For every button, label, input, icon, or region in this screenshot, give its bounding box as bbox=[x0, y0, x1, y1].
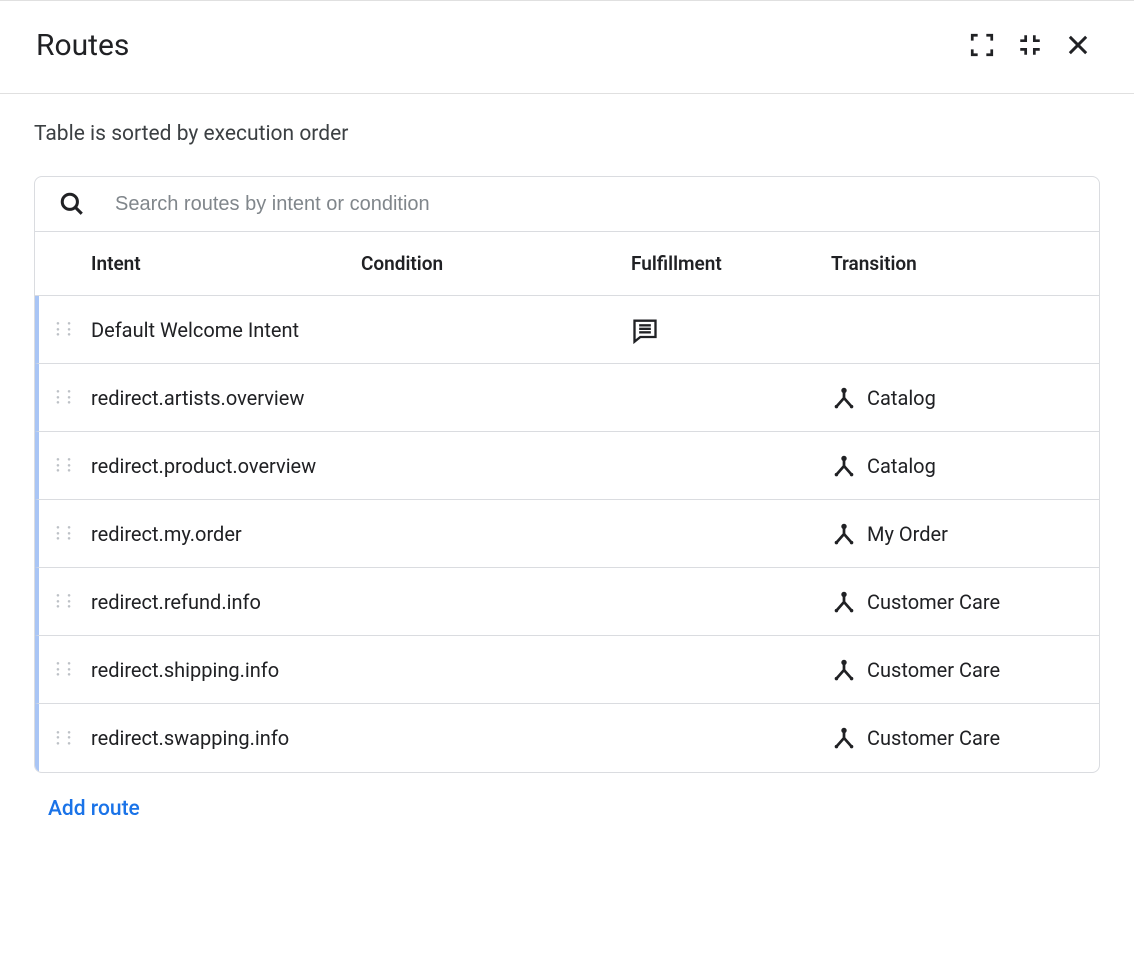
transition-cell: Catalog bbox=[831, 385, 1099, 411]
drag-handle-icon[interactable]: ● ●● ●● ● bbox=[56, 661, 74, 677]
intent-cell: redirect.product.overview bbox=[91, 454, 361, 478]
search-row bbox=[35, 177, 1099, 232]
transition-label: Catalog bbox=[867, 454, 936, 478]
drag-handle-icon[interactable]: ● ●● ●● ● bbox=[56, 457, 74, 473]
intent-cell: redirect.swapping.info bbox=[91, 726, 361, 750]
fullscreen-button[interactable] bbox=[958, 21, 1006, 69]
column-header-fulfillment: Fulfillment bbox=[631, 252, 831, 275]
drag-handle-icon[interactable]: ● ●● ●● ● bbox=[56, 389, 74, 405]
transition-cell: Customer Care bbox=[831, 725, 1099, 751]
close-icon bbox=[1064, 31, 1092, 59]
transition-cell: Catalog bbox=[831, 453, 1099, 479]
fullscreen-icon bbox=[969, 32, 995, 58]
table-row[interactable]: ● ●● ●● ● redirect.shipping.info Customer … bbox=[35, 636, 1099, 704]
routes-panel: Routes Table is sorted by execution orde… bbox=[0, 0, 1134, 849]
search-icon bbox=[59, 191, 85, 217]
table-row[interactable]: ● ●● ●● ● redirect.refund.info Customer Ca… bbox=[35, 568, 1099, 636]
routes-table: Intent Condition Fulfillment Transition … bbox=[34, 176, 1100, 773]
table-row[interactable]: ● ●● ●● ● redirect.my.order My Order bbox=[35, 500, 1099, 568]
transition-label: Customer Care bbox=[867, 590, 1000, 614]
transition-label: My Order bbox=[867, 522, 948, 546]
intent-cell: redirect.my.order bbox=[91, 522, 361, 546]
intent-cell: redirect.artists.overview bbox=[91, 386, 361, 410]
exit-fullscreen-button[interactable] bbox=[1006, 21, 1054, 69]
merge-icon bbox=[831, 589, 857, 615]
intent-cell: redirect.shipping.info bbox=[91, 658, 361, 682]
add-route-button[interactable]: Add route bbox=[48, 797, 140, 821]
column-header-intent: Intent bbox=[91, 252, 361, 275]
merge-icon bbox=[831, 385, 857, 411]
table-row[interactable]: ● ●● ●● ● redirect.swapping.info Customer … bbox=[35, 704, 1099, 772]
column-header-transition: Transition bbox=[831, 252, 1099, 275]
search-input[interactable] bbox=[113, 192, 1081, 217]
drag-handle-icon[interactable]: ● ●● ●● ● bbox=[56, 730, 74, 746]
sort-info-text: Table is sorted by execution order bbox=[34, 122, 1100, 146]
transition-label: Catalog bbox=[867, 386, 936, 410]
table-row[interactable]: ● ●● ●● ● Default Welcome Intent bbox=[35, 296, 1099, 364]
close-button[interactable] bbox=[1054, 21, 1102, 69]
transition-label: Customer Care bbox=[867, 658, 1000, 682]
transition-cell: Customer Care bbox=[831, 589, 1099, 615]
merge-icon bbox=[831, 453, 857, 479]
merge-icon bbox=[831, 725, 857, 751]
table-row[interactable]: ● ●● ●● ● redirect.artists.overview Catalo… bbox=[35, 364, 1099, 432]
merge-icon bbox=[831, 521, 857, 547]
column-header-condition: Condition bbox=[361, 252, 631, 275]
panel-header: Routes bbox=[0, 1, 1134, 94]
intent-cell: redirect.refund.info bbox=[91, 590, 361, 614]
panel-content: Table is sorted by execution order Inten… bbox=[0, 94, 1134, 849]
table-header-row: Intent Condition Fulfillment Transition bbox=[35, 232, 1099, 296]
drag-handle-icon[interactable]: ● ●● ●● ● bbox=[56, 593, 74, 609]
fulfillment-cell bbox=[631, 316, 831, 344]
drag-handle-icon[interactable]: ● ●● ●● ● bbox=[56, 321, 74, 337]
table-row[interactable]: ● ●● ●● ● redirect.product.overview Catalo… bbox=[35, 432, 1099, 500]
merge-icon bbox=[831, 657, 857, 683]
transition-cell: Customer Care bbox=[831, 657, 1099, 683]
transition-label: Customer Care bbox=[867, 726, 1000, 750]
panel-title: Routes bbox=[36, 28, 958, 63]
transition-cell: My Order bbox=[831, 521, 1099, 547]
intent-cell: Default Welcome Intent bbox=[91, 318, 361, 342]
message-icon bbox=[631, 316, 659, 344]
drag-handle-icon[interactable]: ● ●● ●● ● bbox=[56, 525, 74, 541]
exit-fullscreen-icon bbox=[1017, 32, 1043, 58]
